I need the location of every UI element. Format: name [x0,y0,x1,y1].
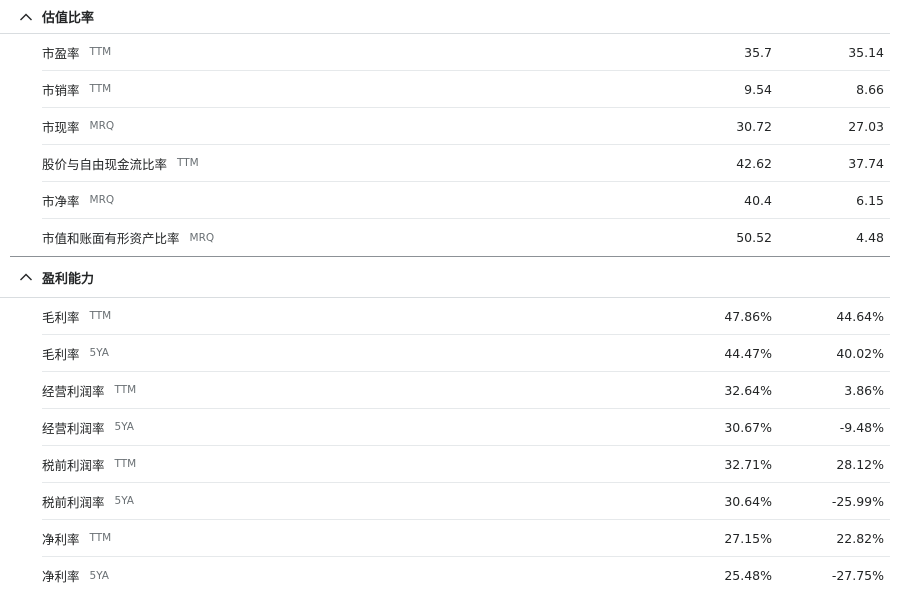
section-profitability: 盈利能力 毛利率 TTM 47.86% 44.64% 毛利率 5YA 44.47… [0,257,898,594]
table-row: 净利率 5YA 25.48% -27.75% [42,557,890,594]
row-value-industry: 22.82% [836,530,884,546]
table-row: 市盈率 TTM 35.7 35.14 [42,34,890,71]
row-period-tag: MRQ [89,120,115,132]
profitability-rows: 毛利率 TTM 47.86% 44.64% 毛利率 5YA 44.47% 40.… [42,298,890,594]
row-label: 市净率 [42,193,80,209]
row-value-company: 9.54 [744,81,772,97]
table-row: 税前利润率 TTM 32.71% 28.12% [42,446,890,483]
row-value-industry: 6.15 [856,192,884,208]
row-label: 净利率 [42,569,80,584]
row-label: 经营利润率 [42,383,105,399]
row-label: 市值和账面有形资产比率 [42,231,180,246]
row-value-company: 30.67% [724,419,772,435]
table-row: 市值和账面有形资产比率 MRQ 50.52 4.48 [42,219,890,256]
section-valuation-ratios: 估值比率 市盈率 TTM 35.7 35.14 市销率 TTM 9.54 8.6… [0,0,898,256]
table-row: 市现率 MRQ 30.72 27.03 [42,108,890,145]
row-value-company: 27.15% [724,530,772,546]
row-value-company: 32.71% [724,456,772,472]
row-period-tag: MRQ [89,194,115,206]
table-row: 市净率 MRQ 40.4 6.15 [42,182,890,219]
section-header-valuation[interactable]: 估值比率 [0,0,890,34]
row-period-tag: 5YA [89,347,109,359]
row-label: 毛利率 [42,309,80,325]
table-row: 经营利润率 TTM 32.64% 3.86% [42,372,890,409]
row-label: 市现率 [42,119,80,135]
table-row: 股价与自由现金流比率 TTM 42.62 37.74 [42,145,890,182]
section-header-profitability[interactable]: 盈利能力 [0,257,890,298]
row-value-industry: 28.12% [836,456,884,472]
row-label: 经营利润率 [42,420,105,436]
row-value-industry: -25.99% [831,493,884,509]
row-value-industry: 40.02% [836,345,884,361]
row-value-company: 42.62 [736,155,772,171]
row-period-tag: MRQ [189,231,215,244]
row-period-tag: TTM [89,83,112,95]
section-title: 盈利能力 [42,271,95,287]
row-period-tag: 5YA [114,421,134,433]
row-value-industry: 44.64% [836,308,884,324]
row-value-industry: 35.14 [848,44,884,60]
row-value-company: 30.64% [724,493,772,509]
row-value-company: 30.72 [736,118,772,134]
row-value-company: 50.52 [736,230,772,245]
row-value-industry: -27.75% [831,568,884,583]
row-period-tag: TTM [89,46,112,58]
row-value-company: 44.47% [724,345,772,361]
chevron-up-icon [18,9,34,25]
table-row: 市销率 TTM 9.54 8.66 [42,71,890,108]
row-period-tag: TTM [114,384,137,396]
row-period-tag: TTM [114,458,137,470]
row-period-tag: TTM [89,532,112,544]
chevron-up-icon [18,269,34,285]
row-value-company: 25.48% [724,568,772,583]
row-period-tag: TTM [177,157,199,169]
table-row: 经营利润率 5YA 30.67% -9.48% [42,409,890,446]
row-label: 税前利润率 [42,457,105,473]
row-label: 市销率 [42,82,80,98]
table-row: 税前利润率 5YA 30.64% -25.99% [42,483,890,520]
row-value-industry: 37.74 [848,155,884,171]
row-value-industry: 27.03 [848,118,884,134]
row-label: 税前利润率 [42,494,105,510]
valuation-rows: 市盈率 TTM 35.7 35.14 市销率 TTM 9.54 8.66 市现率… [42,34,890,256]
row-value-company: 40.4 [744,192,772,208]
table-row: 净利率 TTM 27.15% 22.82% [42,520,890,557]
row-period-tag: 5YA [114,495,134,507]
row-value-company: 47.86% [724,308,772,324]
table-row: 毛利率 5YA 44.47% 40.02% [42,335,890,372]
row-label: 股价与自由现金流比率 [42,156,168,172]
row-value-industry: -9.48% [839,419,884,435]
row-value-industry: 8.66 [856,81,884,97]
row-value-industry: 4.48 [856,230,884,245]
section-title: 估值比率 [42,11,95,26]
table-row: 毛利率 TTM 47.86% 44.64% [42,298,890,335]
row-label: 市盈率 [42,45,80,61]
row-period-tag: TTM [89,310,112,322]
row-period-tag: 5YA [89,569,109,582]
row-label: 净利率 [42,531,80,547]
row-value-company: 32.64% [724,382,772,398]
row-value-company: 35.7 [744,44,772,60]
row-label: 毛利率 [42,346,80,362]
row-value-industry: 3.86% [844,382,884,398]
